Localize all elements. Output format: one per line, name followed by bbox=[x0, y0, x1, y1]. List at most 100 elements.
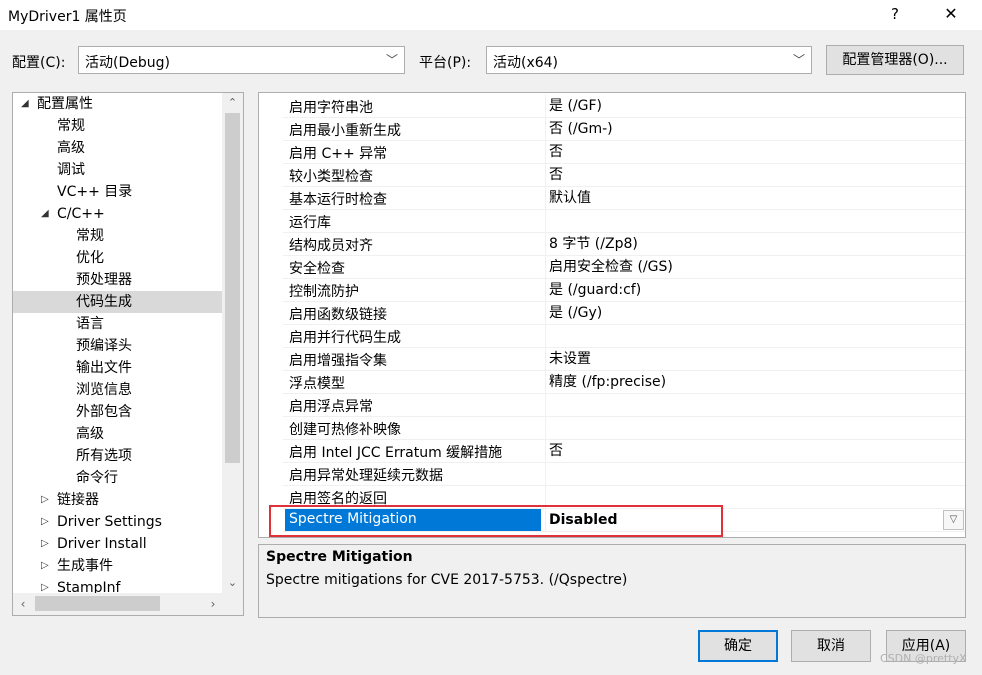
scroll-up-icon[interactable]: ⌃ bbox=[222, 93, 243, 113]
tree-item[interactable]: 浏览信息 bbox=[13, 379, 222, 401]
property-value[interactable]: 启用安全检查 (/GS) bbox=[545, 256, 961, 278]
tree-item[interactable]: 常规 bbox=[13, 225, 222, 247]
cancel-button[interactable]: 取消 bbox=[791, 630, 871, 662]
help-button[interactable]: ? bbox=[880, 2, 910, 26]
property-grid[interactable]: 启用字符串池是 (/GF) 启用最小重新生成否 (/Gm-) 启用 C++ 异常否较… bbox=[258, 92, 966, 538]
property-row[interactable]: 启用并行代码生成 bbox=[283, 325, 965, 348]
tree-item[interactable]: 调试 bbox=[13, 159, 222, 181]
tree-horizontal-scroll-thumb[interactable] bbox=[35, 596, 160, 611]
expand-arrow-icon[interactable]: ▷ bbox=[41, 489, 49, 511]
tree-item[interactable]: 预编译头 bbox=[13, 335, 222, 357]
config-manager-button[interactable]: 配置管理器(O)... bbox=[826, 45, 964, 75]
property-name: 浮点模型 bbox=[289, 376, 345, 392]
tree-item-label: 配置属性 bbox=[37, 96, 93, 112]
property-value[interactable]: 否 (/Gm-) bbox=[545, 118, 961, 140]
property-value[interactable]: 默认值 bbox=[545, 187, 961, 209]
tree-item[interactable]: ◢ 配置属性 bbox=[13, 93, 222, 115]
tree-item[interactable]: VC++ 目录 bbox=[13, 181, 222, 203]
tree-item-label: 语言 bbox=[76, 316, 104, 332]
property-name: 基本运行时检查 bbox=[289, 192, 387, 208]
tree-item[interactable]: 命令行 bbox=[13, 467, 222, 489]
grid-gutter bbox=[259, 93, 283, 537]
property-value[interactable]: 是 (/guard:cf) bbox=[545, 279, 961, 301]
property-row[interactable]: 安全检查 启用安全检查 (/GS) bbox=[283, 256, 965, 279]
config-select-value: 活动(Debug) bbox=[85, 55, 170, 71]
property-row[interactable]: 控制流防护 是 (/guard:cf) bbox=[283, 279, 965, 302]
property-row[interactable]: 创建可热修补映像 bbox=[283, 417, 965, 440]
property-row[interactable]: 运行库 bbox=[283, 210, 965, 233]
tree-item[interactable]: 常规 bbox=[13, 115, 222, 137]
property-row[interactable]: 启用最小重新生成 否 (/Gm-) bbox=[283, 118, 965, 141]
property-row[interactable]: 启用字符串池 是 (/GF) bbox=[283, 95, 965, 118]
scroll-right-icon[interactable]: › bbox=[203, 593, 223, 615]
property-row[interactable]: 基本运行时检查 默认值 bbox=[283, 187, 965, 210]
property-value[interactable]: 否 bbox=[545, 164, 961, 186]
property-name: 启用 C++ 异常 bbox=[289, 146, 388, 162]
property-value[interactable]: 是 (/Gy) bbox=[545, 302, 961, 324]
property-value[interactable]: 未设置 bbox=[545, 348, 961, 370]
property-row[interactable]: 启用异常处理延续元数据 bbox=[283, 463, 965, 486]
tree-vertical-scrollbar[interactable]: ⌃ ⌄ bbox=[222, 93, 243, 593]
expand-arrow-icon[interactable]: ▷ bbox=[41, 555, 49, 577]
property-row[interactable]: 启用 Intel JCC Erratum 缓解措施 否 bbox=[283, 440, 965, 463]
tree-item[interactable]: 预处理器 bbox=[13, 269, 222, 291]
tree-item-label: 常规 bbox=[76, 228, 104, 244]
tree-item[interactable]: 输出文件 bbox=[13, 357, 222, 379]
collapse-arrow-icon[interactable]: ◢ bbox=[41, 203, 49, 225]
property-row[interactable]: 启用函数级链接 是 (/Gy) bbox=[283, 302, 965, 325]
property-row[interactable]: 启用增强指令集 未设置 bbox=[283, 348, 965, 371]
property-row[interactable]: 浮点模型 精度 (/fp:precise) bbox=[283, 371, 965, 394]
tree-item[interactable]: 高级 bbox=[13, 137, 222, 159]
property-name: 启用并行代码生成 bbox=[289, 330, 401, 346]
tree-item[interactable]: 所有选项 bbox=[13, 445, 222, 467]
scroll-left-icon[interactable]: ‹ bbox=[13, 593, 33, 615]
description-title: Spectre Mitigation bbox=[266, 549, 413, 565]
expand-arrow-icon[interactable]: ▷ bbox=[41, 533, 49, 555]
value-dropdown-button[interactable]: ▽ bbox=[943, 510, 964, 530]
platform-select[interactable]: 活动(x64) ﹀ bbox=[486, 46, 812, 74]
property-value[interactable] bbox=[545, 394, 961, 416]
property-value[interactable] bbox=[545, 417, 961, 439]
property-name: 安全检查 bbox=[289, 261, 345, 277]
ok-button[interactable]: 确定 bbox=[698, 630, 778, 662]
property-value[interactable]: 8 字节 (/Zp8) bbox=[545, 233, 961, 255]
property-value[interactable] bbox=[545, 463, 961, 485]
tree-item[interactable]: ◢ C/C++ bbox=[13, 203, 222, 225]
property-name: 运行库 bbox=[289, 215, 331, 231]
tree-horizontal-scrollbar[interactable]: ‹ › bbox=[13, 593, 243, 615]
property-row[interactable]: 启用 C++ 异常 否 bbox=[283, 141, 965, 164]
tree-item[interactable]: ▷ Driver Settings bbox=[13, 511, 222, 533]
tree-item[interactable]: 语言 bbox=[13, 313, 222, 335]
property-row[interactable]: 启用浮点异常 bbox=[283, 394, 965, 417]
property-row[interactable]: 结构成员对齐 8 字节 (/Zp8) bbox=[283, 233, 965, 256]
tree-item[interactable]: 代码生成 bbox=[13, 291, 222, 313]
tree-item[interactable]: 外部包含 bbox=[13, 401, 222, 423]
config-select[interactable]: 活动(Debug) ﹀ bbox=[78, 46, 405, 74]
property-value[interactable] bbox=[545, 210, 961, 232]
close-icon[interactable]: ✕ bbox=[936, 2, 966, 26]
platform-label: 平台(P): bbox=[419, 55, 472, 71]
property-value[interactable] bbox=[545, 325, 961, 347]
expand-arrow-icon[interactable]: ▷ bbox=[41, 511, 49, 533]
tree-item[interactable]: ▷ 链接器 bbox=[13, 489, 222, 511]
property-row[interactable]: 较小类型检查 否 bbox=[283, 164, 965, 187]
description-panel: Spectre Mitigation Spectre mitigations f… bbox=[258, 544, 966, 618]
collapse-arrow-icon[interactable]: ◢ bbox=[21, 93, 29, 115]
scroll-down-icon[interactable]: ⌄ bbox=[222, 573, 243, 593]
property-value[interactable]: 是 (/GF) bbox=[545, 95, 961, 117]
chevron-down-icon: ﹀ bbox=[385, 53, 398, 67]
property-value[interactable]: 否 bbox=[545, 440, 961, 462]
property-value[interactable]: 精度 (/fp:precise) bbox=[545, 371, 961, 393]
tree-vertical-scroll-thumb[interactable] bbox=[225, 113, 240, 463]
config-label: 配置(C): bbox=[12, 55, 66, 71]
property-name: 结构成员对齐 bbox=[289, 238, 373, 254]
property-tree[interactable]: ◢ 配置属性 常规 高级 调试 VC++ 目录 ◢ C/C++ 常规 优化 预处理器 代码生成 语言 预编… bbox=[12, 92, 244, 616]
tree-item-label: 所有选项 bbox=[76, 448, 132, 464]
tree-item[interactable]: ▷ 生成事件 bbox=[13, 555, 222, 577]
property-name: 创建可热修补映像 bbox=[289, 422, 401, 438]
tree-item[interactable]: ▷ Driver Install bbox=[13, 533, 222, 555]
tree-item[interactable]: 高级 bbox=[13, 423, 222, 445]
chevron-down-icon: ﹀ bbox=[792, 53, 805, 67]
property-value[interactable]: 否 bbox=[545, 141, 961, 163]
tree-item[interactable]: 优化 bbox=[13, 247, 222, 269]
